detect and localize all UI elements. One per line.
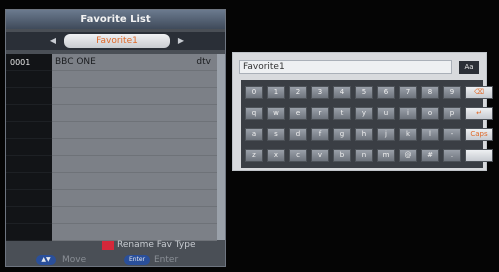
key-.[interactable]: . [443, 149, 461, 162]
channel-cell: BBC ONE dtv [52, 54, 217, 71]
case-toggle-button[interactable]: Aa [459, 61, 479, 74]
key-s[interactable]: s [267, 128, 285, 141]
key-m[interactable]: m [377, 149, 395, 162]
key-a[interactable]: a [245, 128, 263, 141]
key-h[interactable]: h [355, 128, 373, 141]
key-q[interactable]: q [245, 107, 263, 120]
key-u[interactable]: u [377, 107, 395, 120]
key-x[interactable]: x [267, 149, 285, 162]
key--[interactable]: - [443, 128, 461, 141]
key-p[interactable]: p [443, 107, 461, 120]
channel-number [6, 88, 52, 105]
channel-cell [52, 71, 217, 88]
key-f[interactable]: f [311, 128, 329, 141]
channel-row[interactable] [6, 156, 225, 173]
channel-type: dtv [196, 57, 211, 67]
key-5[interactable]: 5 [355, 86, 373, 99]
key-o[interactable]: o [421, 107, 439, 120]
channel-number [6, 190, 52, 207]
key-w[interactable]: w [267, 107, 285, 120]
key-0[interactable]: 0 [245, 86, 263, 99]
group-selector[interactable]: ◀ Favorite1 ▶ [6, 32, 225, 50]
key-c[interactable]: c [289, 149, 307, 162]
on-screen-keyboard: 0 1 2 3 4 5 6 7 8 9 ⌫ q w e r t y u i o p ↵ a s d f g h j k l - Caps z x c v… [241, 80, 493, 168]
key-j[interactable]: j [377, 128, 395, 141]
key-d[interactable]: d [289, 128, 307, 141]
caps-key[interactable]: Caps [465, 128, 493, 141]
key-7[interactable]: 7 [399, 86, 417, 99]
key-space[interactable] [465, 149, 493, 162]
channel-cell [52, 190, 217, 207]
scrollbar[interactable] [217, 54, 225, 240]
channel-cell [52, 139, 217, 156]
enter-label: Enter [154, 255, 179, 265]
channel-cell [52, 207, 217, 224]
backspace-key[interactable]: ⌫ [465, 86, 493, 99]
channel-list: 0001 BBC ONE dtv [6, 54, 225, 241]
group-name[interactable]: Favorite1 [64, 34, 170, 48]
channel-number [6, 139, 52, 156]
key-b[interactable]: b [333, 149, 351, 162]
key-y[interactable]: y [355, 107, 373, 120]
channel-row[interactable]: 0001 BBC ONE dtv [6, 54, 225, 71]
key-v[interactable]: v [311, 149, 329, 162]
key-e[interactable]: e [289, 107, 307, 120]
rename-keyboard-dialog: Favorite1 Aa 0 1 2 3 4 5 6 7 8 9 ⌫ q w e r t y u i o p ↵ a s d f g… [232, 52, 493, 171]
key-g[interactable]: g [333, 128, 351, 141]
name-input[interactable]: Favorite1 [239, 60, 452, 74]
channel-cell [52, 88, 217, 105]
channel-row[interactable] [6, 139, 225, 156]
key-3[interactable]: 3 [311, 86, 329, 99]
key-k[interactable]: k [399, 128, 417, 141]
channel-number [6, 122, 52, 139]
key-z[interactable]: z [245, 149, 263, 162]
channel-number: 0001 [6, 54, 52, 71]
channel-cell [52, 105, 217, 122]
channel-number [6, 156, 52, 173]
channel-row[interactable] [6, 88, 225, 105]
red-key-icon [102, 241, 114, 250]
key-#[interactable]: # [421, 149, 439, 162]
move-label: Move [62, 255, 87, 265]
channel-cell [52, 156, 217, 173]
channel-number [6, 173, 52, 190]
hint-bar: Rename Fav Type [6, 239, 225, 252]
key-r[interactable]: r [311, 107, 329, 120]
channel-number [6, 207, 52, 224]
key-9[interactable]: 9 [443, 86, 461, 99]
key-6[interactable]: 6 [377, 86, 395, 99]
key-@[interactable]: @ [399, 149, 417, 162]
enter-key-icon: Enter [124, 255, 150, 265]
key-2[interactable]: 2 [289, 86, 307, 99]
key-n[interactable]: n [355, 149, 373, 162]
left-arrow-icon[interactable]: ◀ [46, 32, 60, 50]
channel-cell [52, 173, 217, 190]
key-l[interactable]: l [421, 128, 439, 141]
channel-number [6, 71, 52, 88]
channel-row[interactable] [6, 122, 225, 139]
panel-title: Favorite List [6, 10, 225, 29]
key-1[interactable]: 1 [267, 86, 285, 99]
key-8[interactable]: 8 [421, 86, 439, 99]
key-i[interactable]: i [399, 107, 417, 120]
enter-key[interactable]: ↵ [465, 107, 493, 120]
favorite-list-panel: Favorite List ◀ Favorite1 ▶ 0001 BBC ONE d… [5, 9, 226, 267]
right-arrow-icon[interactable]: ▶ [174, 32, 188, 50]
key-t[interactable]: t [333, 107, 351, 120]
channel-row[interactable] [6, 71, 225, 88]
channel-row[interactable] [6, 173, 225, 190]
channel-number [6, 105, 52, 122]
channel-row[interactable] [6, 207, 225, 224]
channel-name: BBC ONE [55, 57, 96, 67]
channel-row[interactable] [6, 105, 225, 122]
channel-row[interactable] [6, 190, 225, 207]
navigation-hints: ▲▼ Move Enter Enter [6, 253, 225, 267]
key-4[interactable]: 4 [333, 86, 351, 99]
move-key-icon: ▲▼ [36, 255, 56, 265]
rename-hint-label: Rename Fav Type [117, 240, 196, 250]
channel-cell [52, 122, 217, 139]
